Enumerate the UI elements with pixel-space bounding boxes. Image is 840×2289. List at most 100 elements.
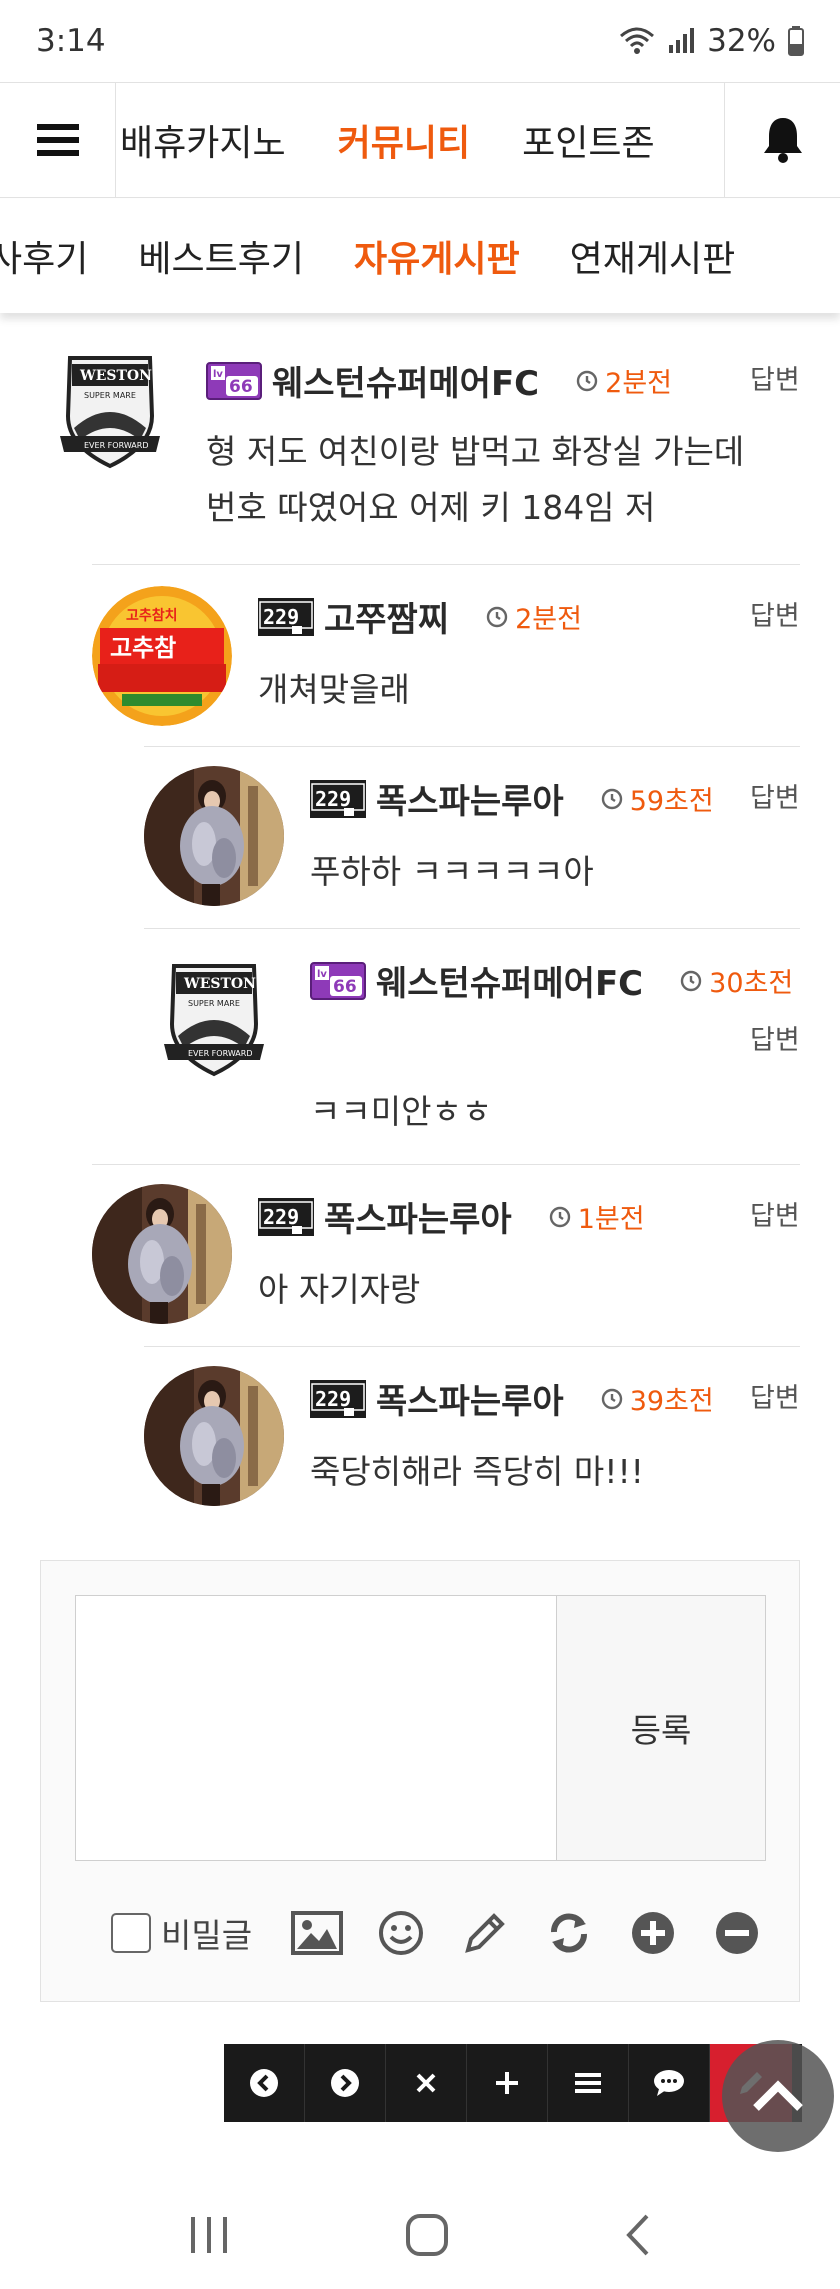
comment-text: 개쳐맞을래 bbox=[258, 662, 410, 718]
level-badge-icon bbox=[310, 962, 366, 1000]
clock-icon bbox=[548, 1205, 572, 1229]
top-nav-casino[interactable]: 배휴카지노 bbox=[116, 114, 312, 166]
comment-username[interactable]: 웨스턴슈퍼메어FC bbox=[376, 956, 643, 1005]
sub-nav-best-review[interactable]: 베스트후기 bbox=[113, 230, 329, 282]
list-icon bbox=[575, 2073, 601, 2093]
secret-checkbox[interactable] bbox=[111, 1913, 151, 1953]
battery-icon bbox=[788, 26, 804, 56]
next-button[interactable] bbox=[305, 2044, 386, 2122]
hamburger-menu-button[interactable] bbox=[0, 83, 116, 197]
reply-button[interactable]: 답변 bbox=[750, 1194, 800, 1233]
image-upload-button[interactable] bbox=[290, 1906, 344, 1960]
reply-button[interactable]: 답변 bbox=[750, 594, 800, 633]
comment-text-line: 형 저도 여친이랑 밥먹고 화장실 가는데 bbox=[206, 432, 745, 471]
divider bbox=[144, 928, 800, 929]
refresh-icon bbox=[551, 1913, 588, 1953]
reply-button[interactable]: 답변 bbox=[750, 1018, 800, 1057]
comment-item: 고쭈짬찌 2분전 답변 개쳐맞을래 bbox=[92, 564, 800, 746]
expand-button[interactable] bbox=[626, 1906, 680, 1960]
back-icon[interactable] bbox=[623, 2213, 653, 2257]
shrink-button[interactable] bbox=[710, 1906, 764, 1960]
reply-button[interactable]: 답변 bbox=[750, 776, 800, 815]
list-button[interactable] bbox=[548, 2044, 629, 2122]
admin-badge-icon bbox=[310, 1380, 366, 1418]
home-icon[interactable] bbox=[405, 2213, 449, 2257]
prev-button[interactable] bbox=[224, 2044, 305, 2122]
refresh-button[interactable] bbox=[542, 1906, 596, 1960]
comment-username[interactable]: 폭스파는루아 bbox=[376, 774, 564, 823]
edit-button[interactable] bbox=[458, 1906, 512, 1960]
comment-text-line: 푸하하 ㅋㅋㅋㅋㅋ아 bbox=[310, 852, 594, 891]
speech-bubble-icon bbox=[654, 2070, 684, 2096]
comment-text-line: 번호 따였어요 어제 키 184임 저 bbox=[206, 488, 656, 527]
comment-time-text: 1분전 bbox=[577, 1204, 645, 1235]
comment-button[interactable] bbox=[629, 2044, 710, 2122]
secret-option[interactable]: 비밀글 bbox=[111, 1909, 252, 1957]
top-nav-items: 배휴카지노 커뮤니티 포인트존 bbox=[116, 83, 724, 197]
avatar bbox=[144, 944, 284, 1084]
pencil-icon bbox=[465, 1913, 505, 1953]
close-button[interactable] bbox=[386, 2044, 467, 2122]
top-nav-community[interactable]: 커뮤니티 bbox=[312, 114, 496, 166]
emoji-button[interactable] bbox=[374, 1906, 428, 1960]
comment-time-text: 2분전 bbox=[605, 368, 672, 399]
woman-photo-avatar-image bbox=[144, 766, 284, 906]
comment-text: 형 저도 여친이랑 밥먹고 화장실 가는데 번호 따였어요 어제 키 184임 … bbox=[206, 424, 744, 536]
comment-text: ㅋㅋ미안ㅎㅎ bbox=[310, 1084, 492, 1140]
tuna-can-avatar-image bbox=[92, 586, 232, 726]
system-nav-bar bbox=[0, 2180, 840, 2289]
comment-time: 39초전 bbox=[600, 1379, 714, 1418]
comment-item: 폭스파는루아 1분전 답변 아 자기자랑 bbox=[92, 1164, 800, 1346]
comment-header: 폭스파는루아 1분전 bbox=[258, 1192, 645, 1241]
chevron-right-circle-icon bbox=[331, 2069, 359, 2097]
chevron-up-icon bbox=[753, 2080, 803, 2111]
avatar bbox=[144, 1366, 284, 1506]
avatar bbox=[40, 336, 180, 476]
comment-text: 푸하하 ㅋㅋㅋㅋㅋ아 bbox=[310, 844, 594, 900]
comment-item: 폭스파는루아 39초전 답변 죽당히해라 즉당히 마!!! bbox=[144, 1346, 800, 1528]
comment-username[interactable]: 폭스파는루아 bbox=[376, 1374, 564, 1423]
close-icon bbox=[416, 2073, 436, 2093]
recent-apps-icon[interactable] bbox=[187, 2215, 231, 2255]
reply-button[interactable]: 답변 bbox=[750, 358, 800, 397]
comment-time: 2분전 bbox=[575, 361, 672, 400]
signal-icon bbox=[669, 28, 695, 53]
plus-circle-icon bbox=[632, 1912, 675, 1954]
comment-textarea[interactable] bbox=[75, 1595, 557, 1861]
comment-text-line: 죽당히해라 즉당히 마!!! bbox=[310, 1452, 644, 1491]
scroll-top-button[interactable] bbox=[722, 2040, 834, 2152]
avatar bbox=[144, 766, 284, 906]
comment-username[interactable]: 고쭈짬찌 bbox=[324, 592, 449, 641]
reply-button[interactable]: 답변 bbox=[750, 1376, 800, 1415]
admin-badge-icon bbox=[258, 598, 314, 636]
sub-nav-free-board[interactable]: 자유게시판 bbox=[329, 230, 545, 282]
admin-badge-icon bbox=[258, 1198, 314, 1236]
comment-header: 웨스턴슈퍼메어FC 30초전 bbox=[310, 956, 793, 1005]
smile-icon bbox=[379, 1911, 424, 1955]
woman-photo-avatar-image bbox=[92, 1184, 232, 1324]
top-nav-point-zone[interactable]: 포인트존 bbox=[496, 114, 680, 166]
comment-time-text: 39초전 bbox=[629, 1386, 714, 1417]
comment-header: 폭스파는루아 59초전 bbox=[310, 774, 714, 823]
submit-button[interactable]: 등록 bbox=[556, 1595, 766, 1861]
comment-write-box: 등록 비밀글 bbox=[40, 1560, 800, 2002]
clock-icon bbox=[600, 1387, 624, 1411]
weston-crest-avatar-image bbox=[144, 944, 284, 1084]
status-time: 3:14 bbox=[36, 23, 106, 59]
divider bbox=[92, 564, 800, 565]
notification-button[interactable] bbox=[724, 83, 840, 197]
comment-text-line: 개쳐맞을래 bbox=[258, 670, 410, 709]
comment-username[interactable]: 웨스턴슈퍼메어FC bbox=[272, 356, 539, 405]
avatar bbox=[92, 586, 232, 726]
floating-toolbar bbox=[224, 2044, 802, 2122]
comment-item: 웨스턴슈퍼메어FC 30초전 답변 ㅋㅋ미안ㅎㅎ bbox=[144, 928, 800, 1164]
add-button[interactable] bbox=[467, 2044, 548, 2122]
avatar bbox=[92, 1184, 232, 1324]
level-badge-icon bbox=[206, 362, 262, 400]
status-bar: 3:14 32% bbox=[0, 0, 840, 82]
sub-nav-review[interactable]: 사후기 bbox=[0, 230, 113, 282]
comment-header: 웨스턴슈퍼메어FC 2분전 bbox=[206, 356, 672, 405]
hamburger-icon bbox=[36, 124, 79, 156]
comment-username[interactable]: 폭스파는루아 bbox=[324, 1192, 512, 1241]
sub-nav-serial-board[interactable]: 연재게시판 bbox=[545, 230, 761, 282]
